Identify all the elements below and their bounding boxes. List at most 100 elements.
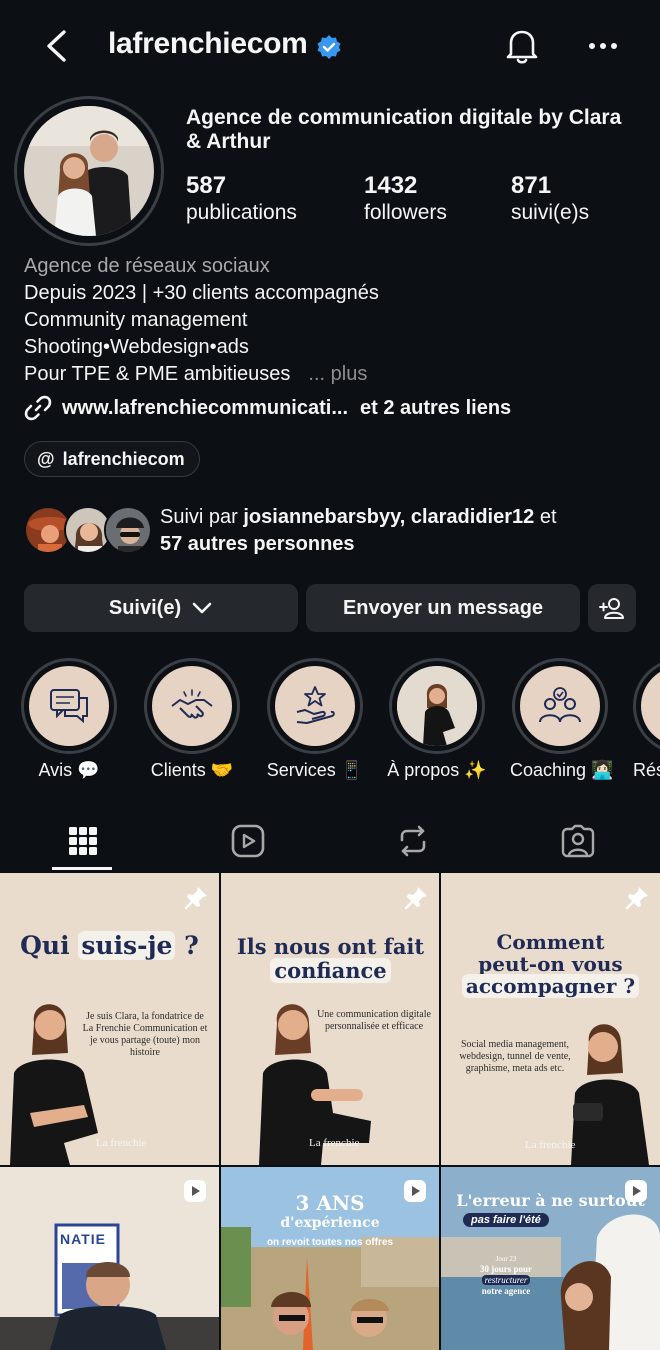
post-brand: La frenchie [525,1139,576,1151]
tab-grid[interactable] [0,810,165,872]
stat-value: 871 [511,172,552,199]
highlight-partial[interactable]: Rés [633,658,660,781]
bio-more-link[interactable]: ... plus [308,363,367,385]
stat-following[interactable]: 871 suivi(e)s [511,172,589,226]
followed-others[interactable]: 57 autres personnes [160,533,355,555]
post-title-highlight: accompagner ? [461,974,640,998]
people-icon [539,687,581,723]
stat-publications[interactable]: 587 publications [186,172,297,226]
link-url[interactable]: www.lafrenchiecommunicati... [62,397,348,420]
repost-icon [400,825,425,857]
post-tile[interactable]: Comment peut-on vous accompagner ? Socia… [441,873,660,1165]
post-title: Ils nous ont fait confiance [221,935,439,983]
link-icon [24,395,52,421]
post-title-highlight: suis-je [78,931,176,960]
followed-by-text: Suivi par josiannebarsbyy, claradidier12… [160,504,557,558]
profile-username: lafrenchiecom [108,27,308,60]
stat-label: publications [186,201,297,224]
followed-prefix: Suivi par [160,506,238,528]
following-button-label: Suivi(e) [108,596,182,619]
post-title-part: d'expérience [280,1215,380,1231]
profile-bio: Agence de réseaux sociaux Depuis 2023 | … [24,253,644,388]
post-title: Qui suis-je ? [0,931,219,960]
bell-icon[interactable] [505,27,539,65]
bio-line: Pour TPE & PME ambitieuses [24,363,291,385]
post-title-part: ? [175,931,199,960]
post-overlay-text: 30 jours pour restructurer notre agence [441,1264,571,1297]
highlight-avis[interactable]: Avis 💬 [19,658,119,781]
profile-links[interactable]: www.lafrenchiecommunicati... et 2 autres… [24,394,511,422]
post-brand: La frenchie [96,1137,147,1149]
stat-label: followers [364,201,447,224]
highlight-services[interactable]: Services 📱 [265,658,365,781]
message-button[interactable]: Envoyer un message [306,584,580,632]
highlight-label: Rés [633,760,660,780]
highlight-coaching[interactable]: Coaching 👩🏻‍💻 [510,658,614,781]
tagged-user-icon [561,824,594,858]
reel-icon [184,1180,206,1202]
reel-tile[interactable]: 3 ANS d'expérience on revoit toutes nos … [221,1167,439,1350]
pin-icon [404,887,427,910]
highlight-label: Coaching 👩🏻‍💻 [510,760,614,780]
post-photo [10,1004,98,1165]
bio-line: Community management [24,309,248,331]
handshake-icon [171,689,213,719]
highlight-label: À propos ✨ [387,760,487,780]
reels-icon [231,824,264,858]
chevron-down-icon [192,602,212,614]
more-dots-icon[interactable] [588,40,618,52]
post-tile[interactable]: Qui suis-je ? Je suis Clara, la fondatri… [0,873,219,1165]
follower-avatar [104,506,152,554]
tab-tagged[interactable] [495,810,660,872]
followed-by[interactable]: Suivi par josiannebarsbyy, claradidier12… [24,504,654,560]
reel-tile[interactable]: L'erreur à ne surtout pas faire l'été Jo… [441,1167,660,1350]
highlight-a-propos[interactable]: À propos ✨ [387,658,487,781]
reel-icon [625,1180,647,1202]
post-title-highlight: confiance [270,958,391,983]
chat-bubbles-icon [50,689,88,724]
highlight-label: Services 📱 [266,760,364,780]
add-user-icon [599,598,624,619]
reel-tile[interactable]: NATIE [0,1167,219,1350]
post-title-part: Comment [496,930,605,954]
threads-badge[interactable]: @ lafrenchiecom [24,441,200,477]
grid-icon [68,827,97,855]
message-button-label: Envoyer un message [342,596,544,619]
following-button[interactable]: Suivi(e) [24,584,298,632]
tab-reels[interactable] [165,810,330,872]
post-title-part: Ils nous ont fait [236,934,425,959]
poster-text: NATIE [60,1231,106,1247]
star-hand-icon [296,686,335,724]
post-brand: La frenchie [309,1137,360,1149]
post-text-part: notre agence [481,1286,531,1296]
tab-reposts[interactable] [330,810,495,872]
founder-photo [397,666,477,746]
suggest-user-button[interactable] [588,584,636,632]
stat-followers[interactable]: 1432 followers [364,172,447,226]
post-tile[interactable]: Ils nous ont fait confiance Une communic… [221,873,439,1165]
post-text-part: restructurer [481,1275,531,1285]
pin-icon [184,887,207,910]
followed-names[interactable]: josiannebarsbyy, claradidier12 [243,506,534,528]
active-tab-indicator [52,867,112,870]
stat-value: 1432 [364,172,418,199]
post-text: Social media management, webdesign, tunn… [459,1039,571,1074]
threads-icon: @ [37,448,55,469]
highlight-clients[interactable]: Clients 🤝 [142,658,242,781]
post-title-pill: pas faire l'été [463,1213,549,1227]
reel-icon [404,1180,426,1202]
avatar[interactable] [24,106,154,236]
bio-line: Shooting•Webdesign•ads [24,336,249,358]
highlight-label: Clients 🤝 [150,760,234,780]
post-title-part: peut-on vous [478,952,623,976]
profile-full-name: Agence de communication digitale by Clar… [186,106,622,153]
top-bar: lafrenchiecom [0,0,660,95]
back-arrow-icon[interactable] [40,28,74,64]
link-others[interactable]: et 2 autres liens [360,397,511,420]
post-title: Comment peut-on vous accompagner ? [441,930,660,998]
post-text-part: 30 jours pour [479,1264,532,1274]
stat-label: suivi(e)s [511,201,590,224]
post-title-part: on revoit toutes nos offres [266,1237,394,1248]
verified-badge-icon [317,35,341,59]
post-day: Jour 23 [495,1255,517,1263]
